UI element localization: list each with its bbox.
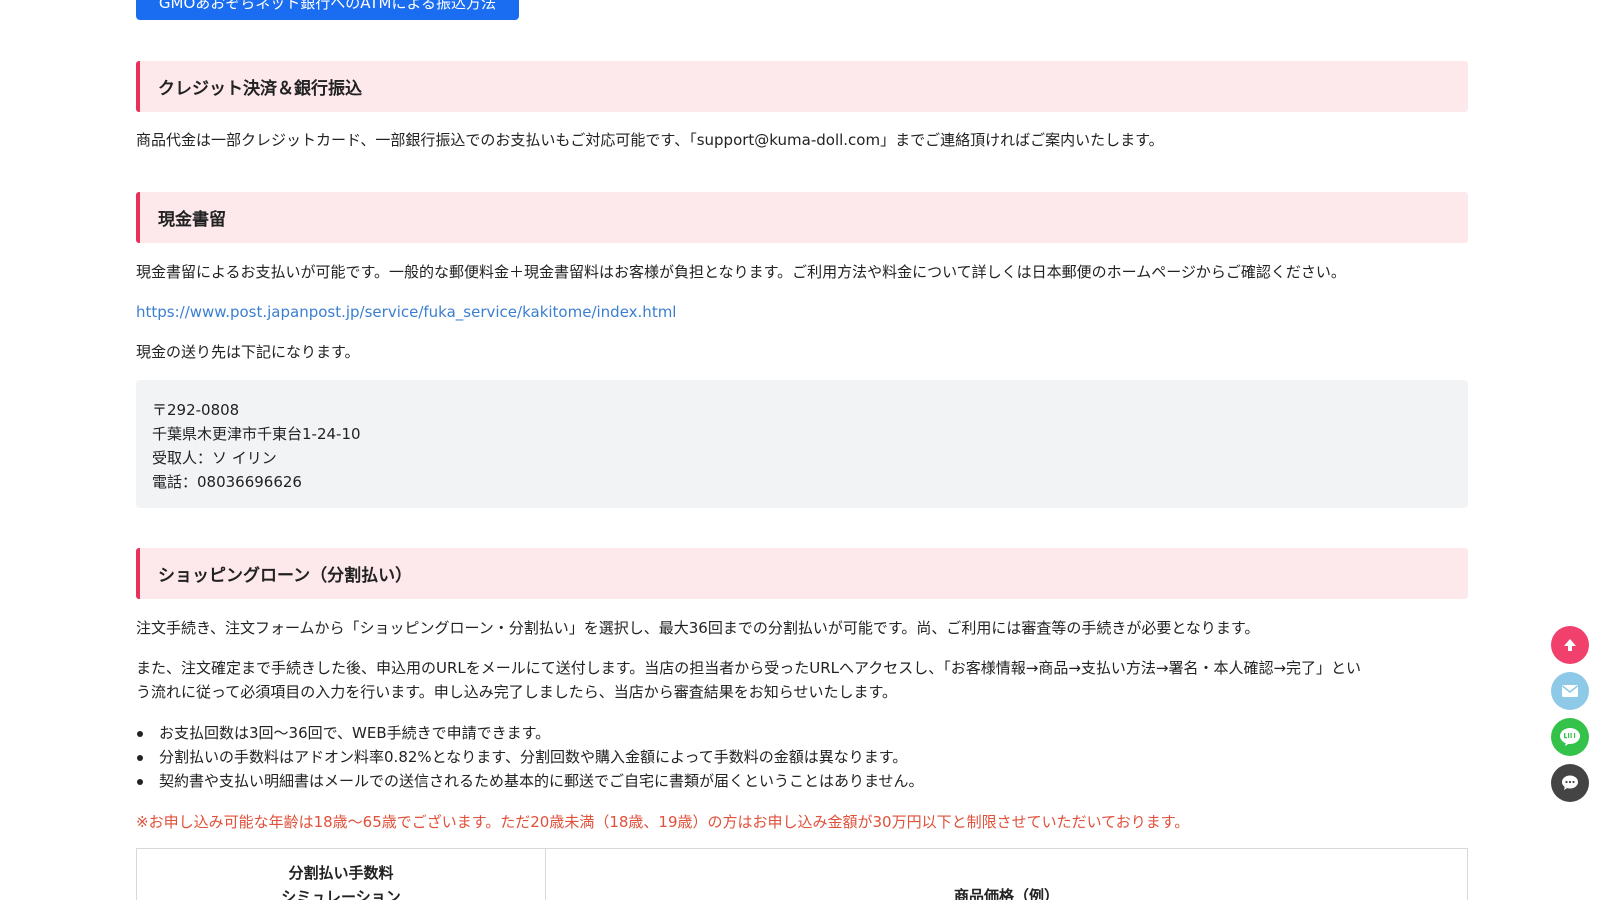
cash-link-row: https://www.post.japanpost.jp/service/fu… xyxy=(136,300,1468,324)
address-city: 千葉県木更津市千東台1-24-10 xyxy=(152,425,361,443)
loan-para2: また、注文確定まで手続きした後、申込用のURLをメールにて送付します。当店の担当… xyxy=(136,656,1468,704)
loan-para2-line1: また、注文確定まで手続きした後、申込用のURLをメールにて送付します。当店の担当… xyxy=(136,659,1362,677)
table-header-line2: シミュレーション xyxy=(281,888,401,900)
list-item: 契約書や支払い明細書はメールでの送信されるため基本的に郵送でご自宅に書類が届くと… xyxy=(136,769,1468,793)
loan-bullet-list: お支払回数は3回〜36回で、WEB手続きで申請できます。 分割払いの手数料はアド… xyxy=(136,721,1468,793)
chat-button[interactable] xyxy=(1551,764,1589,802)
address-postal: 〒292-0808 xyxy=(152,401,240,419)
credit-heading: クレジット決済＆銀行振込 xyxy=(136,61,1468,112)
mail-icon xyxy=(1562,685,1578,697)
chat-icon xyxy=(1562,775,1578,790)
atm-transfer-button[interactable]: GMOあおぞらネット銀行へのATMによる振込方法 xyxy=(136,0,519,20)
mail-button[interactable] xyxy=(1551,672,1589,710)
cash-text: 現金書留によるお支払いが可能です。一般的な郵便料金＋現金書留料はお客様が負担とな… xyxy=(136,263,1346,281)
table-header-line1: 分割払い手数料 xyxy=(288,864,394,882)
list-item: 分割払いの手数料はアドオン料率0.82%となります、分割回数や購入金額によって手… xyxy=(136,745,1468,769)
line-button[interactable] xyxy=(1551,718,1589,756)
cash-heading: 現金書留 xyxy=(136,192,1468,243)
installment-table: 分割払い手数料 シミュレーション 商品価格（例） xyxy=(136,848,1468,900)
list-item: お支払回数は3回〜36回で、WEB手続きで申請できます。 xyxy=(136,721,1468,745)
japanpost-link[interactable]: https://www.post.japanpost.jp/service/fu… xyxy=(136,303,676,321)
table-header-simulation: 分割払い手数料 シミュレーション xyxy=(137,849,546,900)
table-header-price: 商品価格（例） xyxy=(953,887,1059,900)
arrow-up-icon xyxy=(1564,639,1576,651)
address-box: 〒292-0808 千葉県木更津市千東台1-24-10 受取人：ソ イリン 電話… xyxy=(136,380,1468,508)
age-notice: ※お申し込み可能な年齢は18歳〜65歳でございます。ただ20歳未満（18歳、19… xyxy=(136,813,1190,831)
credit-text: 商品代金は一部クレジットカード、一部銀行振込でのお支払いもご対応可能です、「su… xyxy=(136,131,1164,149)
cash-destination-intro: 現金の送り先は下記になります。 xyxy=(136,343,360,361)
address-recipient: 受取人：ソ イリン xyxy=(152,449,277,467)
loan-para1: 注文手続き、注文フォームから「ショッピングローン・分割払い」を選択し、最大36回… xyxy=(136,619,1260,637)
loan-para2-line2: う流れに従って必須項目の入力を行います。申し込み完了しましたら、当店から審査結果… xyxy=(136,683,897,701)
line-icon xyxy=(1560,728,1580,746)
loan-heading: ショッピングローン（分割払い） xyxy=(136,548,1468,599)
scroll-top-button[interactable] xyxy=(1551,626,1589,664)
address-phone: 電話：08036696626 xyxy=(152,473,302,491)
